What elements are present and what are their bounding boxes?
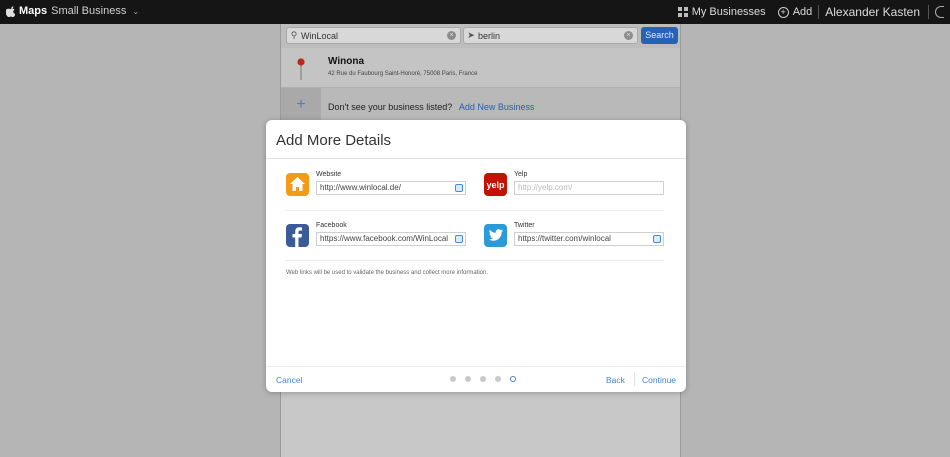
grid-icon [677,7,688,17]
facebook-label: Facebook [316,222,347,229]
home-icon [286,173,309,196]
apple-logo-icon [6,5,15,17]
user-menu[interactable]: Alexander Kasten [819,5,928,19]
location-search-input[interactable]: ➤ berlin × [463,27,638,44]
my-businesses-link[interactable]: My Businesses [672,6,772,18]
cancel-button[interactable]: Cancel [276,375,302,385]
twitter-icon [484,224,507,247]
continue-button[interactable]: Continue [642,375,676,385]
yelp-label: Yelp [514,171,528,178]
brand-name: Maps [19,5,48,17]
dialog-title: Add More Details [276,132,392,149]
top-bar: Maps Small Business ⌄ My Businesses + Ad… [0,0,950,24]
window-edge [929,6,950,18]
yelp-placeholder: http://yelp.com/ [518,183,573,192]
back-button[interactable]: Back [606,375,625,385]
step-dot [450,376,456,382]
business-search-value: WinLocal [301,30,339,41]
twitter-value: https://twitter.com/winlocal [518,234,611,243]
map-pin-icon [297,58,305,80]
twitter-input[interactable]: https://twitter.com/winlocal [514,232,664,246]
add-details-dialog: Add More Details Website http://www.winl… [266,120,686,392]
add-link[interactable]: + Add [772,6,819,18]
top-right-nav: My Businesses + Add Alexander Kasten [672,0,950,24]
my-businesses-label: My Businesses [691,6,766,18]
business-name: Winona [328,56,365,67]
add-business-row: + Don't see your business listed? Add Ne… [281,88,680,121]
brand-menu[interactable]: Maps Small Business ⌄ [6,5,139,17]
plus-icon[interactable]: + [281,88,321,121]
divider [285,260,664,261]
step-dot [495,376,501,382]
clear-icon[interactable]: × [624,31,633,40]
validation-note: Web links will be used to validate the b… [286,270,488,276]
add-business-question: Don't see your business listed? [328,102,453,112]
search-bar: ⚲ WinLocal × ➤ berlin × Search [281,24,680,48]
website-input[interactable]: http://www.winlocal.de/ [316,181,466,195]
add-new-business-link[interactable]: Add New Business [459,102,535,112]
divider [266,366,686,367]
search-icon: ⚲ [290,30,298,40]
twitter-label: Twitter [514,222,535,229]
step-dot [480,376,486,382]
facebook-icon [286,224,309,247]
yelp-field-group: yelp Yelp http://yelp.com/ [484,171,669,199]
clear-icon[interactable]: × [447,31,456,40]
website-label: Website [316,171,342,178]
business-address: 42 Rue du Faubourg Saint-Honoré, 75008 P… [328,71,478,77]
link-icon [455,184,463,192]
facebook-field-group: Facebook https://www.facebook.com/WinLoc… [286,222,471,250]
user-name: Alexander Kasten [825,5,920,19]
brand-product: Small Business [51,5,127,17]
location-arrow-icon: ➤ [467,30,475,40]
facebook-value: https://www.facebook.com/WinLocal [320,234,449,243]
plus-circle-icon: + [777,6,789,18]
svg-text:yelp: yelp [486,180,505,190]
chevron-down-icon: ⌄ [132,6,140,16]
website-value: http://www.winlocal.de/ [320,183,401,192]
add-business-prompt: Don't see your business listed? Add New … [328,102,534,112]
yelp-input[interactable]: http://yelp.com/ [514,181,664,195]
facebook-input[interactable]: https://www.facebook.com/WinLocal [316,232,466,246]
step-indicator [450,376,516,382]
divider [266,158,686,159]
add-label: Add [792,6,813,18]
business-search-input[interactable]: ⚲ WinLocal × [286,27,461,44]
step-dot-current [510,376,516,382]
website-field-group: Website http://www.winlocal.de/ [286,171,471,199]
divider [285,210,664,211]
location-search-value: berlin [478,30,501,41]
divider [634,372,635,386]
yelp-icon: yelp [484,173,507,196]
link-icon [455,235,463,243]
twitter-field-group: Twitter https://twitter.com/winlocal [484,222,669,250]
list-item[interactable]: Winona 42 Rue du Faubourg Saint-Honoré, … [281,48,680,88]
search-button[interactable]: Search [641,27,678,44]
step-dot [465,376,471,382]
link-icon [653,235,661,243]
partial-icon [935,6,944,18]
